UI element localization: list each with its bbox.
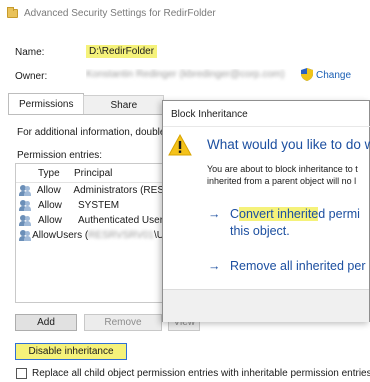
disable-inheritance-button[interactable]: Disable inheritance [15, 343, 127, 360]
owner-value-obscured: Konstantin Redinger (kbredinger@corp.com… [86, 69, 285, 80]
table-row[interactable]: Allow Users (RESRVSRV01\U [16, 228, 164, 243]
column-header-type[interactable]: Type [38, 168, 74, 179]
remove-button[interactable]: Remove [84, 314, 162, 331]
entries-header: Type Principal [16, 164, 164, 183]
owner-label: Owner: [15, 71, 48, 82]
arrow-right-icon: → [208, 207, 221, 221]
dialog-title: Block Inheritance [171, 109, 248, 120]
window-title: Advanced Security Settings for RedirFold… [24, 7, 216, 19]
principal-prefix: Users ( [55, 230, 89, 241]
dialog-heading: What would you like to do wi [207, 137, 370, 152]
dialog-body-line: You are about to block inheritance to t [207, 164, 358, 174]
cell-type: Allow [32, 230, 56, 241]
replace-child-permissions-label: Replace all child object permission entr… [32, 368, 370, 379]
users-icon [19, 200, 33, 211]
table-row[interactable]: Allow Authenticated User [16, 213, 164, 228]
name-label: Name: [15, 47, 45, 58]
cell-type: Allow [36, 185, 61, 196]
window-titlebar: Advanced Security Settings for RedirFold… [0, 0, 370, 26]
dialog-divider [163, 126, 370, 127]
arrow-right-icon: → [208, 259, 221, 273]
name-value: D:\RedirFolder [86, 45, 158, 58]
change-owner-link[interactable]: Change [316, 70, 351, 81]
warning-icon [168, 134, 192, 156]
owner-value: Konstantin Redinger (kbredinger@corp.com… [86, 69, 291, 82]
shield-icon [301, 68, 313, 81]
tab-strip: Permissions Share [8, 93, 165, 115]
block-inheritance-dialog: Block Inheritance What would you like to… [162, 100, 370, 322]
cell-principal: Administrators (RES [73, 185, 164, 196]
tab-share[interactable]: Share [83, 95, 165, 114]
permission-entries-label: Permission entries: [17, 150, 103, 161]
cell-type: Allow [38, 200, 62, 211]
replace-child-permissions-checkbox[interactable] [16, 368, 27, 379]
principal-obscured: RESRVSRV01 [88, 230, 154, 241]
users-icon [19, 215, 33, 226]
dialog-footer [163, 289, 369, 322]
option1-line2: this object. [230, 224, 290, 238]
option1-highlight: onvert inherite [239, 207, 319, 221]
option1-suffix: d permi [318, 207, 360, 221]
option1-prefix: C [230, 207, 240, 221]
convert-inherited-option[interactable]: → Convert inherited permi this object. [208, 206, 360, 240]
cell-principal: Authenticated User [78, 215, 164, 226]
cell-type: Allow [38, 215, 62, 226]
cell-principal: SYSTEM [78, 200, 120, 211]
users-icon [19, 185, 32, 196]
table-row[interactable]: Allow SYSTEM [16, 198, 164, 213]
folder-icon [7, 6, 18, 18]
info-text: For additional information, double [17, 127, 166, 138]
option2-label: Remove all inherited per [230, 259, 366, 273]
add-button[interactable]: Add [15, 314, 77, 331]
dialog-body-line: inherited from a parent object will no l [207, 176, 357, 186]
remove-inherited-option[interactable]: → Remove all inherited per [208, 258, 366, 275]
cell-principal: Users (RESRVSRV01\U [56, 230, 164, 241]
permission-entries-list[interactable]: Type Principal Allow Administrators (RES… [15, 163, 165, 303]
users-icon [19, 230, 31, 241]
tab-permissions[interactable]: Permissions [8, 93, 85, 114]
dialog-body: You are about to block inheritance to t … [207, 163, 370, 187]
table-row[interactable]: Allow Administrators (RES [16, 183, 164, 198]
replace-child-permissions-row[interactable]: Replace all child object permission entr… [16, 368, 370, 379]
column-header-principal[interactable]: Principal [74, 168, 164, 179]
